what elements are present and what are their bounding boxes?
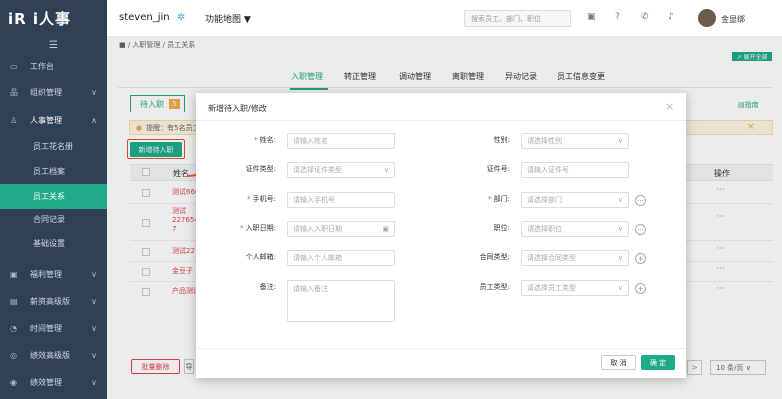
position-select[interactable]: 请选择职位 ∨ [521, 221, 629, 237]
chevron-down-icon: ∨ [617, 225, 623, 233]
name-input[interactable]: 请输入姓名 [287, 133, 395, 149]
dept-label: * 部门: [488, 195, 510, 203]
phone-input[interactable]: 请输入手机号 [287, 192, 395, 208]
sidebar-sub-relations[interactable]: 员工关系 [0, 184, 107, 209]
menu-collapse-icon[interactable]: ☰ [0, 37, 107, 54]
target-icon: ◉ [10, 378, 17, 387]
calendar-icon[interactable]: ▣ [587, 12, 596, 22]
dialog-divider [196, 120, 686, 121]
chevron-down-icon: ∨ [617, 254, 623, 262]
chevron-up-icon: ∧ [91, 116, 97, 125]
chevron-down-icon: ∨ [91, 270, 97, 279]
more-options-icon[interactable]: ··· [635, 224, 646, 235]
add-icon[interactable]: + [635, 283, 646, 294]
add-icon[interactable]: + [635, 253, 646, 264]
settings-gear-icon[interactable]: ✲ [177, 12, 185, 23]
date-input[interactable]: 请输入入职日期 ▣ [287, 221, 395, 237]
clock-icon: ◔ [10, 324, 17, 333]
monitor-icon: ▭ [10, 62, 18, 71]
email-input[interactable]: 请输入个人邮箱 [287, 250, 395, 266]
sidebar-item-salary[interactable]: ▤ 薪资高级版 ∨ [0, 289, 107, 314]
topbar: steven_jin ✲ 功能地图 ▼ 搜索员工、部门、职位 ▣ ? ✆ ♪ 金… [107, 0, 782, 37]
user-display-name[interactable]: 金显绑 [721, 14, 745, 25]
chevron-down-icon: ∨ [383, 166, 389, 174]
gender-select[interactable]: 请选择性别 ∨ [521, 133, 629, 149]
function-map-menu[interactable]: 功能地图 ▼ [205, 12, 251, 25]
date-label: * 入职日期: [240, 224, 276, 232]
calendar-icon: ▣ [382, 225, 389, 233]
contract-label: 合同类型: [479, 253, 510, 261]
gift-icon: ▣ [10, 270, 18, 279]
add-pending-dialog: 新增待入职/修改 × * 姓名: 请输入姓名 性别: 请选择性别 ∨ 证件类型: 请… [196, 93, 686, 378]
sidebar-item-hr[interactable]: ♙ 人事管理 ∧ [0, 108, 107, 133]
brand-logo: iR i人事 [8, 10, 72, 28]
idno-input[interactable]: 请输入证件号 [521, 162, 629, 178]
salary-icon: ▤ [10, 297, 18, 306]
dept-select[interactable]: 请选择部门 ∨ [521, 192, 629, 208]
sidebar-item-welfare[interactable]: ▣ 福利管理 ∨ [0, 262, 107, 287]
person-icon: ♙ [10, 116, 18, 125]
position-label: 职位: [493, 224, 510, 232]
chevron-down-icon: ∨ [91, 378, 97, 387]
more-options-icon[interactable]: ··· [635, 195, 646, 206]
chevron-down-icon: ∨ [91, 88, 97, 97]
chart-icon: ◎ [10, 351, 17, 360]
idno-label: 证件号: [486, 165, 510, 173]
org-icon: 品 [10, 88, 18, 97]
cancel-button[interactable]: 取 消 [601, 355, 636, 370]
sidebar-sub-settings[interactable]: 基础设置 [0, 231, 107, 256]
remark-label: 备注: [259, 283, 276, 291]
emptype-select[interactable]: 请选择员工类型 ∨ [521, 280, 629, 296]
email-label: 个人邮箱: [245, 253, 276, 261]
sidebar-item-perf-adv[interactable]: ◎ 绩效高级版 ∨ [0, 343, 107, 368]
chevron-down-icon: ∨ [91, 324, 97, 333]
gender-label: 性别: [493, 136, 510, 144]
idtype-select[interactable]: 请选择证件类型 ∨ [287, 162, 395, 178]
sidebar-sub-contracts[interactable]: 合同记录 [0, 207, 107, 232]
chevron-down-icon: ∨ [91, 351, 97, 360]
confirm-button[interactable]: 确 定 [641, 355, 675, 370]
help-icon[interactable]: ? [615, 12, 620, 22]
sidebar-item-workbench[interactable]: ▭ 工作台 [0, 54, 107, 79]
dialog-footer-divider [196, 348, 686, 349]
contract-select[interactable]: 请选择合同类型 ∨ [521, 250, 629, 266]
sidebar-item-time[interactable]: ◔ 时间管理 ∨ [0, 316, 107, 341]
bell-icon[interactable]: ♪ [668, 12, 674, 22]
company-name[interactable]: steven_jin [119, 12, 170, 23]
phone-label: * 手机号: [247, 195, 276, 203]
sidebar-sub-archive[interactable]: 员工档案 [0, 159, 107, 184]
emptype-label: 员工类型: [479, 283, 510, 291]
dialog-title: 新增待入职/修改 [208, 104, 267, 113]
sidebar-sub-roster[interactable]: 员工花名册 [0, 134, 107, 159]
chevron-down-icon: ∨ [617, 284, 623, 292]
idtype-label: 证件类型: [245, 165, 276, 173]
chevron-down-icon: ∨ [617, 137, 623, 145]
chevron-down-icon: ∨ [91, 297, 97, 306]
sidebar-item-org[interactable]: 品组织管理 ∨ [0, 80, 107, 105]
remark-textarea[interactable]: 请输入备注 [287, 280, 395, 322]
global-search-input[interactable]: 搜索员工、部门、职位 [464, 10, 571, 27]
sidebar-item-perf[interactable]: ◉ 绩效管理 ∨ [0, 370, 107, 395]
close-icon[interactable]: × [665, 100, 674, 113]
phone-icon[interactable]: ✆ [641, 12, 649, 22]
chevron-down-icon: ∨ [617, 196, 623, 204]
avatar[interactable] [698, 9, 716, 27]
name-label: * 姓名: [254, 136, 276, 144]
sidebar: iR i人事 ☰ ▭ 工作台 品组织管理 ∨ ♙ 人事管理 ∧ 员工花名册 员工档案 员… [0, 0, 107, 399]
